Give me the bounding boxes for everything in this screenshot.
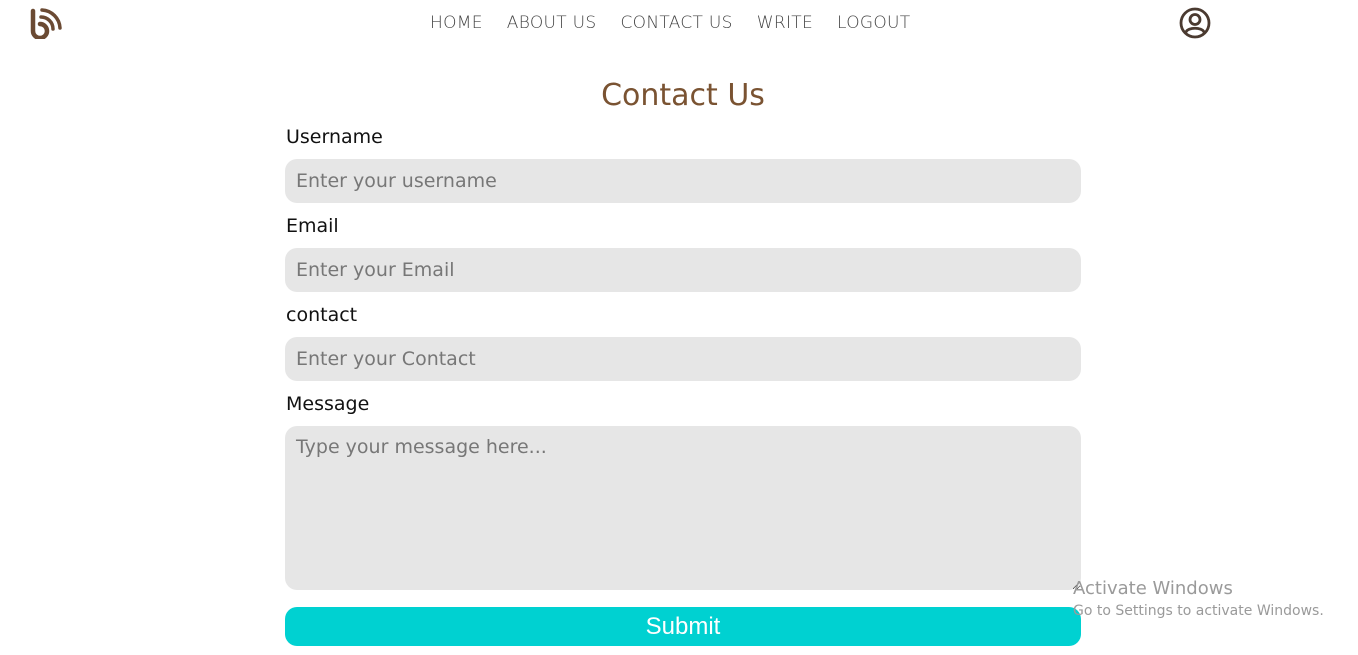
nav-about-us-link[interactable]: ABOUT US — [507, 12, 597, 34]
submit-button[interactable]: Submit — [285, 607, 1081, 646]
contact-input[interactable] — [285, 337, 1081, 381]
watermark-subtitle: Go to Settings to activate Windows. — [1073, 603, 1324, 619]
nav-contact-us-link[interactable]: CONTACT US — [621, 12, 733, 34]
email-label: Email — [286, 215, 339, 237]
user-circle-icon[interactable] — [1179, 7, 1211, 39]
email-input[interactable] — [285, 248, 1081, 292]
message-label: Message — [286, 393, 370, 415]
blog-logo-icon[interactable] — [28, 7, 62, 41]
contact-form: Username Email contact Message — [285, 124, 1081, 590]
main-nav: HOME ABOUT US CONTACT US WRITE LOGOUT — [430, 12, 934, 34]
watermark-title: Activate Windows — [1073, 578, 1233, 599]
message-textarea[interactable] — [285, 426, 1081, 590]
top-navbar: HOME ABOUT US CONTACT US WRITE LOGOUT — [0, 0, 1358, 46]
username-input[interactable] — [285, 159, 1081, 203]
contact-label: contact — [286, 304, 358, 326]
page-title: Contact Us — [601, 78, 765, 113]
username-label: Username — [286, 126, 383, 148]
nav-write-link[interactable]: WRITE — [757, 12, 813, 34]
windows-activation-watermark: Activate Windows Go to Settings to activ… — [1073, 578, 1324, 621]
nav-home-link[interactable]: HOME — [430, 12, 483, 34]
nav-logout-link[interactable]: LOGOUT — [837, 12, 910, 34]
